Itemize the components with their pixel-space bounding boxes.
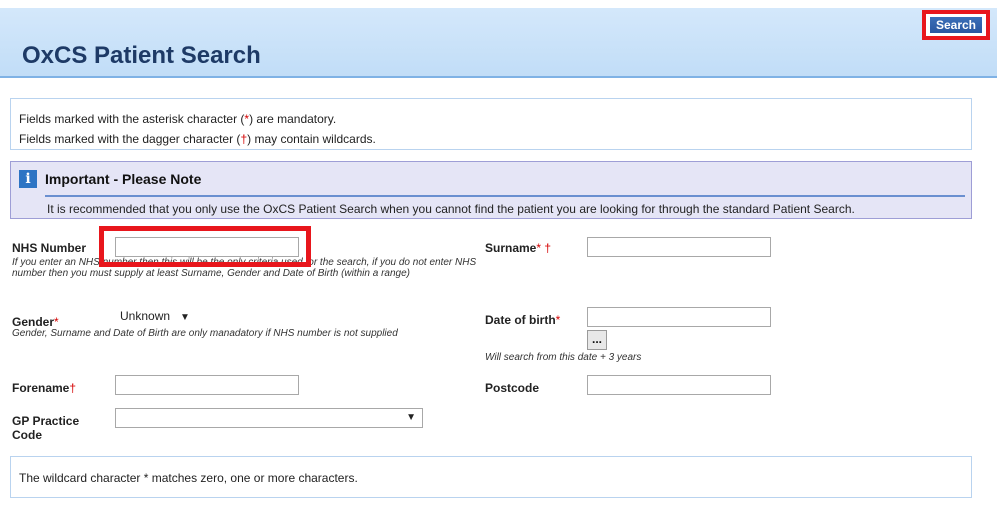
instructions-panel: Fields marked with the asterisk characte… — [10, 98, 972, 150]
surname-required-marks: * † — [536, 241, 552, 255]
gender-selected-value: Unknown — [120, 309, 171, 323]
dob-help: Will search from this date + 3 years — [485, 352, 642, 363]
mandatory-instruction: Fields marked with the asterisk characte… — [19, 112, 336, 126]
forename-input[interactable] — [115, 375, 299, 395]
chevron-down-icon: ▼ — [180, 312, 190, 323]
gender-help: Gender, Surname and Date of Birth are on… — [12, 328, 398, 339]
instruction-text: Fields marked with the dagger character … — [19, 132, 241, 146]
surname-input[interactable] — [587, 237, 771, 257]
important-note-panel: i Important - Please Note It is recommen… — [10, 161, 972, 219]
note-title: Important - Please Note — [45, 171, 202, 187]
surname-label: Surname* † — [485, 241, 551, 255]
dob-label-text: Date of birth — [485, 313, 556, 327]
header-divider — [0, 76, 997, 78]
surname-label-text: Surname — [485, 241, 537, 255]
dob-input[interactable] — [587, 307, 771, 327]
info-icon: i — [19, 170, 37, 188]
dob-required-mark: * — [555, 313, 561, 327]
note-divider — [45, 195, 965, 197]
note-text: It is recommended that you only use the … — [47, 202, 855, 216]
dob-label: Date of birth* — [485, 313, 560, 327]
wildcard-info-text: The wildcard character * matches zero, o… — [19, 471, 358, 485]
gender-label: Gender* — [12, 315, 59, 329]
gp-practice-select[interactable]: ▼ — [115, 408, 423, 428]
postcode-label: Postcode — [485, 381, 540, 395]
postcode-input[interactable] — [587, 375, 771, 395]
gender-select[interactable]: Unknown ▼ — [120, 309, 190, 323]
gender-required-mark: * — [54, 315, 59, 329]
forename-wildcard-mark: † — [69, 381, 77, 395]
search-button-highlight: Search — [922, 10, 990, 40]
instruction-text: Fields marked with the asterisk characte… — [19, 112, 245, 126]
nhs-number-highlight — [99, 226, 311, 267]
search-button[interactable]: Search — [930, 17, 982, 33]
date-picker-button[interactable]: ... — [587, 330, 607, 350]
gp-practice-label: GP Practice Code — [12, 414, 80, 442]
nhs-number-label: NHS Number — [12, 241, 87, 255]
chevron-down-icon: ▼ — [406, 412, 416, 423]
instruction-text: ) are mandatory. — [249, 112, 337, 126]
wildcard-instruction: Fields marked with the dagger character … — [19, 132, 376, 146]
page-title: OxCS Patient Search — [22, 42, 261, 69]
instruction-text: ) may contain wildcards. — [247, 132, 376, 146]
wildcard-info-panel: The wildcard character * matches zero, o… — [10, 456, 972, 498]
forename-label: Forename† — [12, 381, 76, 395]
gender-label-text: Gender — [12, 315, 55, 329]
forename-label-text: Forename — [12, 381, 70, 395]
